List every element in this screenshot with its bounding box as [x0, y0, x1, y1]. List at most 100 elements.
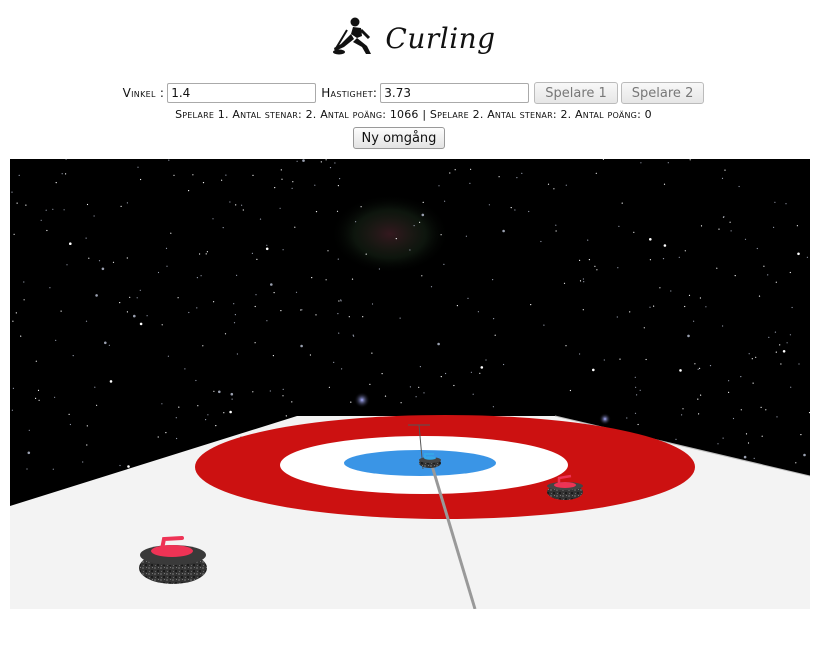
star [37, 389, 40, 391]
star [800, 434, 802, 436]
star [639, 389, 641, 391]
star [259, 218, 262, 220]
star [136, 297, 138, 299]
star [165, 432, 167, 434]
star [419, 366, 421, 368]
new-round-button[interactable]: Ny omgång [353, 127, 445, 149]
angle-input[interactable] [167, 83, 317, 103]
star [700, 394, 702, 396]
star [242, 209, 244, 211]
star [761, 435, 763, 437]
star [282, 249, 284, 251]
star [337, 258, 339, 260]
star [687, 334, 690, 338]
star [314, 184, 316, 186]
star [643, 327, 645, 329]
star [338, 332, 340, 334]
star [467, 297, 469, 299]
star [362, 316, 364, 318]
star [28, 429, 30, 431]
star [378, 268, 380, 270]
star [295, 291, 298, 293]
star [126, 257, 128, 259]
star [161, 403, 163, 405]
star [173, 174, 175, 176]
star [55, 182, 57, 184]
star [126, 311, 128, 313]
star [492, 406, 494, 408]
star [768, 336, 770, 338]
player1-button[interactable]: Spelare 1 [534, 82, 618, 104]
star [88, 257, 90, 259]
star [291, 401, 293, 403]
star [767, 274, 769, 276]
star [629, 311, 631, 313]
star [498, 176, 500, 178]
star [63, 209, 65, 211]
star [409, 249, 411, 251]
star [196, 307, 198, 309]
star [381, 373, 383, 375]
star [753, 457, 755, 459]
star [300, 309, 302, 311]
star [743, 455, 747, 459]
star [311, 277, 313, 279]
star [95, 294, 98, 297]
star [699, 367, 701, 369]
star [723, 216, 725, 218]
star [795, 462, 797, 464]
star [225, 174, 227, 176]
star [252, 174, 254, 176]
star [694, 363, 696, 365]
star [421, 275, 423, 277]
star [213, 301, 215, 303]
star [96, 404, 98, 406]
star [146, 315, 148, 317]
star [663, 244, 667, 247]
star [218, 390, 221, 394]
star [176, 437, 178, 440]
star [395, 238, 397, 240]
star [11, 409, 13, 411]
star [301, 309, 303, 311]
star [184, 368, 186, 370]
star [15, 312, 17, 314]
star [222, 227, 224, 229]
star [292, 181, 294, 183]
star [744, 238, 747, 240]
star [101, 267, 105, 271]
game-viewport[interactable] [10, 158, 811, 610]
star [157, 436, 159, 438]
star [13, 233, 15, 235]
star [291, 187, 293, 189]
star [60, 310, 62, 312]
star [734, 275, 736, 277]
star [339, 178, 341, 180]
star [740, 409, 742, 411]
star [112, 261, 115, 263]
star [137, 166, 139, 168]
star [251, 252, 253, 254]
star [494, 334, 496, 336]
star [55, 339, 57, 341]
star [285, 415, 287, 417]
star [488, 204, 490, 206]
speed-input[interactable] [380, 83, 530, 103]
star [555, 230, 557, 232]
nebula-cloud [330, 194, 450, 274]
star [418, 386, 420, 388]
star [587, 239, 589, 241]
star [732, 417, 735, 420]
star [678, 256, 680, 258]
star [756, 247, 758, 250]
star [594, 265, 596, 267]
star [139, 289, 141, 291]
star [728, 391, 730, 393]
star [635, 386, 637, 388]
star [697, 368, 699, 370]
player2-button[interactable]: Spelare 2 [620, 82, 705, 104]
star [399, 317, 401, 319]
star [329, 167, 332, 169]
star [640, 162, 642, 164]
star [46, 229, 48, 232]
